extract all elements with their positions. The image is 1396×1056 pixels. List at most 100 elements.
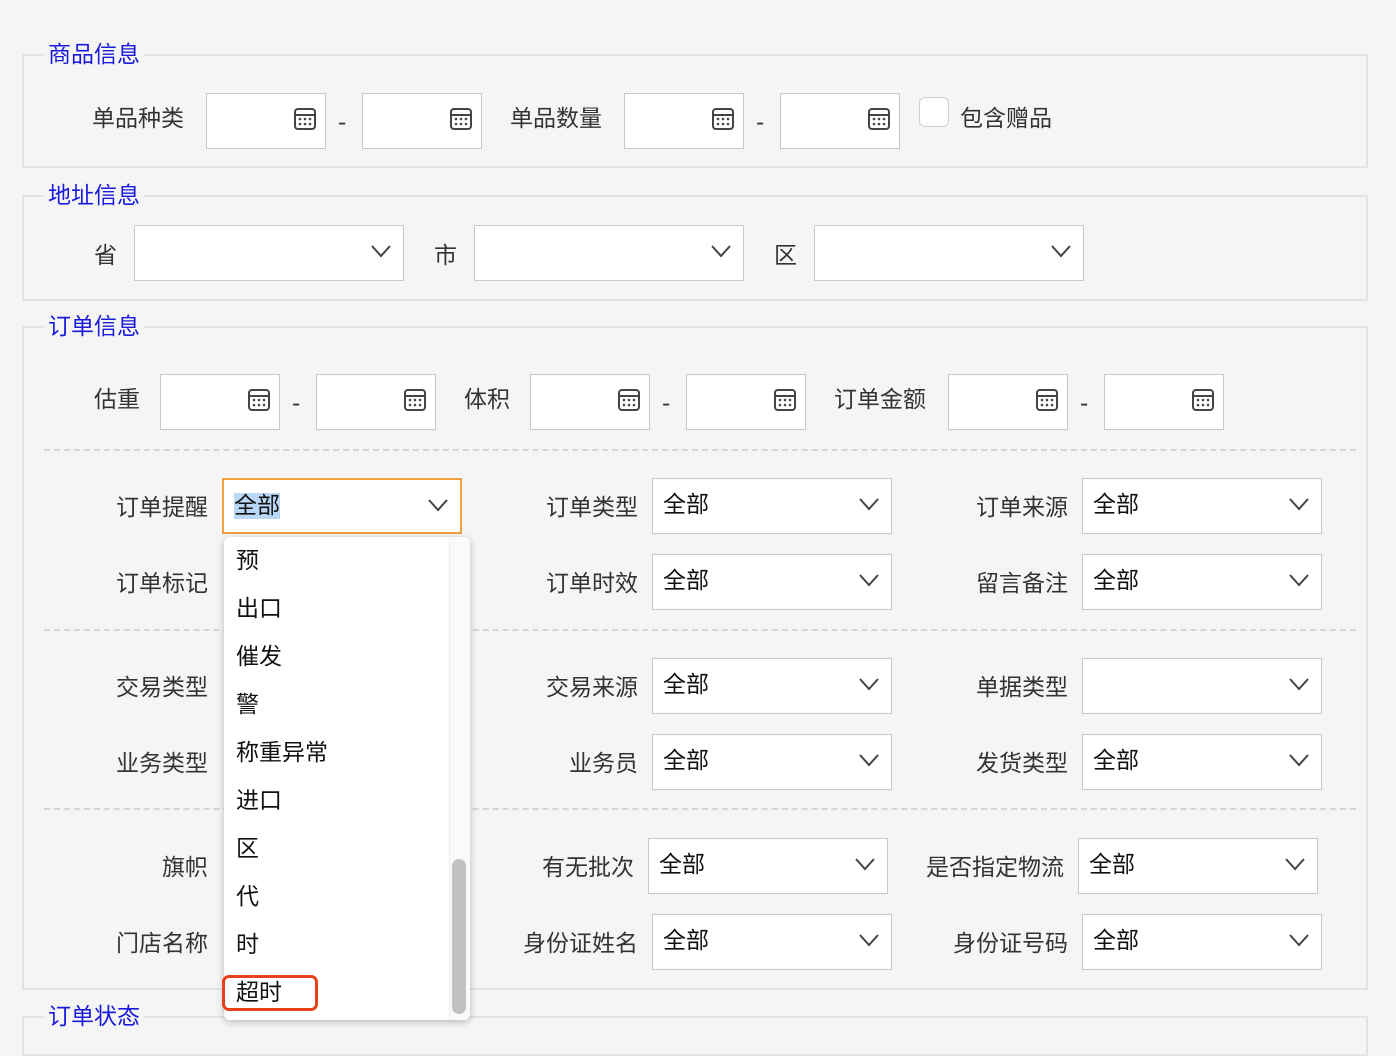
ship-type-value: 全部 [1093, 748, 1139, 774]
trade-type-label: 交易类型 [116, 675, 208, 701]
item-kind-max-input[interactable] [362, 93, 482, 149]
calculator-icon[interactable] [867, 107, 891, 131]
calculator-icon[interactable] [1191, 388, 1215, 412]
calculator-icon[interactable] [773, 388, 797, 412]
chevron-down-icon [1289, 934, 1309, 947]
amount-label: 订单金额 [834, 387, 926, 413]
range-dash: - [662, 391, 671, 417]
chevron-down-icon [1051, 245, 1071, 258]
item-qty-label: 单品数量 [510, 106, 602, 132]
province-select[interactable] [134, 225, 404, 281]
order-source-select[interactable]: 全部 [1082, 478, 1322, 534]
dropdown-option[interactable]: 区 [236, 834, 259, 864]
item-kind-min-input[interactable] [206, 93, 326, 149]
range-dash: - [756, 110, 765, 136]
doc-type-label: 单据类型 [976, 675, 1068, 701]
weight-min-input[interactable] [160, 374, 280, 430]
chevron-down-icon [859, 498, 879, 511]
range-dash: - [338, 110, 347, 136]
chevron-down-icon [1289, 754, 1309, 767]
chevron-down-icon [859, 678, 879, 691]
order-type-select[interactable]: 全部 [652, 478, 892, 534]
dropdown-scrollbar-thumb[interactable] [452, 859, 466, 1014]
weight-label: 估重 [94, 387, 140, 413]
calculator-icon[interactable] [711, 107, 735, 131]
dropdown-option[interactable]: 代 [236, 882, 259, 912]
volume-max-input[interactable] [686, 374, 806, 430]
order-remark-label: 留言备注 [976, 571, 1068, 597]
item-kind-label: 单品种类 [92, 106, 184, 132]
include-gift-checkbox[interactable] [919, 97, 949, 127]
order-timeliness-value: 全部 [663, 568, 709, 594]
divider [44, 449, 1356, 451]
dropdown-option[interactable]: 进口 [236, 786, 282, 816]
order-reminder-dropdown: 预 出口 催发 警 称重异常 进口 区 代 时 超时 [224, 537, 470, 1020]
salesman-select[interactable]: 全部 [652, 734, 892, 790]
calculator-icon[interactable] [293, 107, 317, 131]
order-mark-label: 订单标记 [116, 571, 208, 597]
section-legend-order: 订单信息 [44, 314, 144, 340]
order-type-value: 全部 [663, 492, 709, 518]
salesman-label: 业务员 [569, 751, 638, 777]
ship-type-select[interactable]: 全部 [1082, 734, 1322, 790]
batch-value: 全部 [659, 852, 705, 878]
order-remark-value: 全部 [1093, 568, 1139, 594]
dropdown-option[interactable]: 预 [236, 546, 259, 576]
logistics-select[interactable]: 全部 [1078, 838, 1318, 894]
dropdown-option[interactable]: 时 [236, 930, 259, 960]
chevron-down-icon [428, 499, 448, 512]
trade-source-select[interactable]: 全部 [652, 658, 892, 714]
id-name-select[interactable]: 全部 [652, 914, 892, 970]
order-timeliness-label: 订单时效 [546, 571, 638, 597]
calculator-icon[interactable] [1035, 388, 1059, 412]
chevron-down-icon [1285, 858, 1305, 871]
chevron-down-icon [711, 245, 731, 258]
district-select[interactable] [814, 225, 1084, 281]
item-qty-max-input[interactable] [780, 93, 900, 149]
section-legend-status: 订单状态 [44, 1004, 144, 1030]
batch-select[interactable]: 全部 [648, 838, 888, 894]
order-type-label: 订单类型 [546, 495, 638, 521]
order-status-section: 订单状态 [22, 1004, 1368, 1056]
section-legend-address: 地址信息 [44, 183, 144, 209]
amount-max-input[interactable] [1104, 374, 1224, 430]
chevron-down-icon [859, 934, 879, 947]
biz-type-label: 业务类型 [116, 751, 208, 777]
order-remark-select[interactable]: 全部 [1082, 554, 1322, 610]
order-reminder-select[interactable]: 全部 [222, 478, 462, 534]
amount-min-input[interactable] [948, 374, 1068, 430]
calculator-icon[interactable] [617, 388, 641, 412]
chevron-down-icon [1289, 574, 1309, 587]
dropdown-option[interactable]: 称重异常 [236, 738, 328, 768]
weight-max-input[interactable] [316, 374, 436, 430]
city-select[interactable] [474, 225, 744, 281]
id-number-select[interactable]: 全部 [1082, 914, 1322, 970]
dropdown-option[interactable]: 出口 [236, 594, 282, 624]
salesman-value: 全部 [663, 748, 709, 774]
flag-label: 旗帜 [162, 855, 208, 881]
chevron-down-icon [1289, 678, 1309, 691]
order-timeliness-select[interactable]: 全部 [652, 554, 892, 610]
doc-type-select[interactable] [1082, 658, 1322, 714]
volume-min-input[interactable] [530, 374, 650, 430]
calculator-icon[interactable] [403, 388, 427, 412]
order-source-value: 全部 [1093, 492, 1139, 518]
calculator-icon[interactable] [449, 107, 473, 131]
include-gift-label: 包含赠品 [960, 106, 1052, 132]
item-qty-min-input[interactable] [624, 93, 744, 149]
section-legend-product: 商品信息 [44, 42, 144, 68]
id-number-label: 身份证号码 [953, 931, 1068, 957]
batch-label: 有无批次 [542, 855, 634, 881]
chevron-down-icon [371, 245, 391, 258]
dropdown-option[interactable]: 警 [236, 690, 259, 720]
trade-source-label: 交易来源 [546, 675, 638, 701]
id-number-value: 全部 [1093, 928, 1139, 954]
ship-type-label: 发货类型 [976, 751, 1068, 777]
id-name-value: 全部 [663, 928, 709, 954]
calculator-icon[interactable] [247, 388, 271, 412]
option-highlight-box [222, 975, 318, 1011]
dropdown-option[interactable]: 催发 [236, 642, 282, 672]
store-label: 门店名称 [116, 931, 208, 957]
trade-source-value: 全部 [663, 672, 709, 698]
province-label: 省 [94, 243, 117, 269]
